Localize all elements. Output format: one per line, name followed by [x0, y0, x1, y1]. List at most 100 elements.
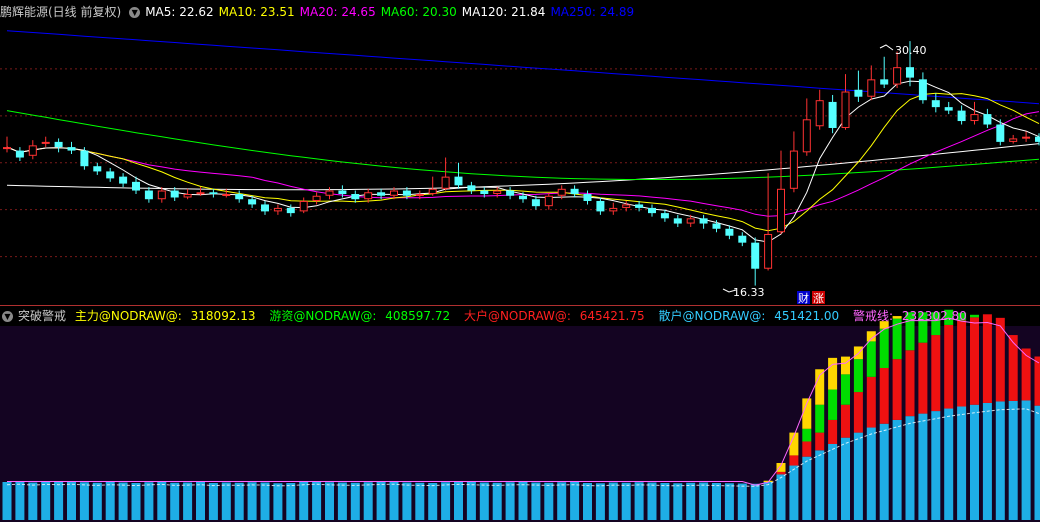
candle-body-down	[261, 204, 269, 212]
zhuli-value: 318092.13	[190, 309, 256, 323]
candle-body-down	[454, 176, 463, 186]
stock-title[interactable]: 鹏辉能源(日线 前复权)	[0, 5, 121, 19]
dahu-bar	[944, 324, 954, 409]
sanhu-bar	[479, 482, 489, 520]
sanhu-bar	[350, 482, 360, 520]
sanhu-bar	[712, 483, 721, 520]
dahu-bar	[853, 392, 863, 433]
candle-body-down	[93, 166, 102, 172]
candle-body-up	[415, 194, 424, 197]
sanhu-bar	[763, 482, 773, 520]
candle-body-down	[248, 199, 257, 205]
sanhu-bar	[312, 481, 322, 520]
candle-body-down	[144, 190, 153, 200]
sanhu-bar	[402, 482, 412, 520]
sanhu-bar	[957, 406, 967, 520]
sanhu-bar	[892, 419, 902, 520]
sanhu-bar	[92, 482, 102, 520]
sanhu-bar	[234, 482, 244, 520]
finance-marker[interactable]: 财	[798, 291, 809, 305]
sanhu-bar	[118, 482, 128, 520]
rise-marker[interactable]: 涨	[813, 292, 824, 305]
zhuli-readout: 主力@NODRAW@: 318092.13	[75, 309, 261, 323]
zhuli-bar	[815, 369, 825, 405]
sanhu-bar	[789, 465, 799, 520]
sanhu-bar	[299, 482, 309, 520]
candle-body-down	[918, 79, 927, 101]
candle-body-down	[80, 150, 89, 167]
sanhu-bar	[492, 482, 502, 520]
candle-body-up	[222, 194, 231, 197]
sanhu-bar	[157, 481, 167, 520]
sanhu-bar	[79, 482, 89, 520]
sanhu-bar	[441, 482, 451, 520]
chevron-down-icon[interactable]: ▼	[129, 7, 141, 18]
candle-body-down	[351, 194, 360, 200]
sanhu-bar	[905, 416, 915, 520]
candle-body-up	[157, 190, 166, 200]
candle-body-up	[428, 188, 437, 195]
ma250-label: MA250: 24.89	[550, 5, 635, 19]
candle-body-down	[906, 67, 914, 78]
sanhu-bar	[1008, 400, 1018, 520]
candle-body-down	[983, 114, 992, 125]
zhuli-bar	[828, 357, 838, 390]
sanhu-bar	[531, 482, 541, 520]
chevron-down-icon[interactable]: ▼	[2, 311, 13, 322]
candle-body-down	[67, 147, 76, 151]
dahu-bar	[931, 335, 941, 412]
ma5-label: MA5: 22.62	[145, 5, 214, 19]
low-price-label: 16.33	[733, 286, 765, 299]
dahu-readout: 大户@NODRAW@: 645421.75	[464, 309, 650, 323]
candle-body-down	[673, 218, 682, 224]
candle-body-down	[854, 89, 863, 97]
youzi-bar	[815, 404, 825, 433]
candle-body-up	[196, 192, 205, 195]
candle-body-down	[506, 190, 515, 196]
candle-body-up	[364, 192, 373, 200]
sanhu-bar	[737, 483, 747, 520]
candle-body-down	[596, 200, 605, 212]
youzi-label: 游资@NODRAW@:	[269, 309, 377, 323]
sanhu-bar	[853, 432, 863, 520]
candle-body-down	[751, 242, 760, 269]
dahu-value: 645421.75	[579, 309, 645, 323]
sanhu-bar	[389, 481, 399, 520]
candle-body-up	[622, 204, 631, 208]
candle-body-down	[132, 181, 140, 191]
candle-body-down	[519, 195, 527, 200]
sanhu-bar	[828, 444, 838, 520]
sanhu-bar	[325, 482, 334, 520]
dahu-bar	[982, 314, 992, 403]
sanhu-bar	[376, 481, 386, 520]
candle-body-up	[273, 207, 282, 212]
candle-body-down	[467, 185, 476, 191]
sanhu-bar	[2, 482, 12, 520]
sanhu-bar	[144, 482, 154, 520]
sanhu-bar	[28, 482, 38, 520]
candle-body-up	[686, 218, 695, 224]
sanhu-bar	[41, 481, 51, 520]
dahu-bar	[879, 368, 889, 424]
dahu-bar	[957, 320, 967, 407]
sanhu-bar	[544, 482, 554, 520]
candle-body-down	[286, 207, 295, 214]
sanhu-bar	[918, 413, 928, 520]
high-price-label: 30.40	[895, 44, 927, 57]
candle-body-up	[1022, 136, 1031, 139]
candle-body-down	[377, 192, 386, 196]
youzi-bar	[879, 328, 889, 368]
indicator-title[interactable]: 突破警戒	[18, 309, 66, 323]
youzi-bar	[841, 374, 850, 405]
sanhu-bar	[583, 483, 592, 520]
sanhu-bar	[673, 483, 683, 520]
sanhu-bar	[415, 482, 425, 520]
sanhu-bar	[634, 482, 644, 520]
candle-body-down	[712, 223, 721, 229]
dahu-bar	[828, 419, 838, 444]
sanhu-bar	[970, 404, 979, 520]
sanhu-bar	[841, 437, 850, 520]
youzi-bar	[828, 389, 838, 420]
dahu-bar	[970, 317, 979, 405]
dahu-bar	[841, 404, 850, 438]
